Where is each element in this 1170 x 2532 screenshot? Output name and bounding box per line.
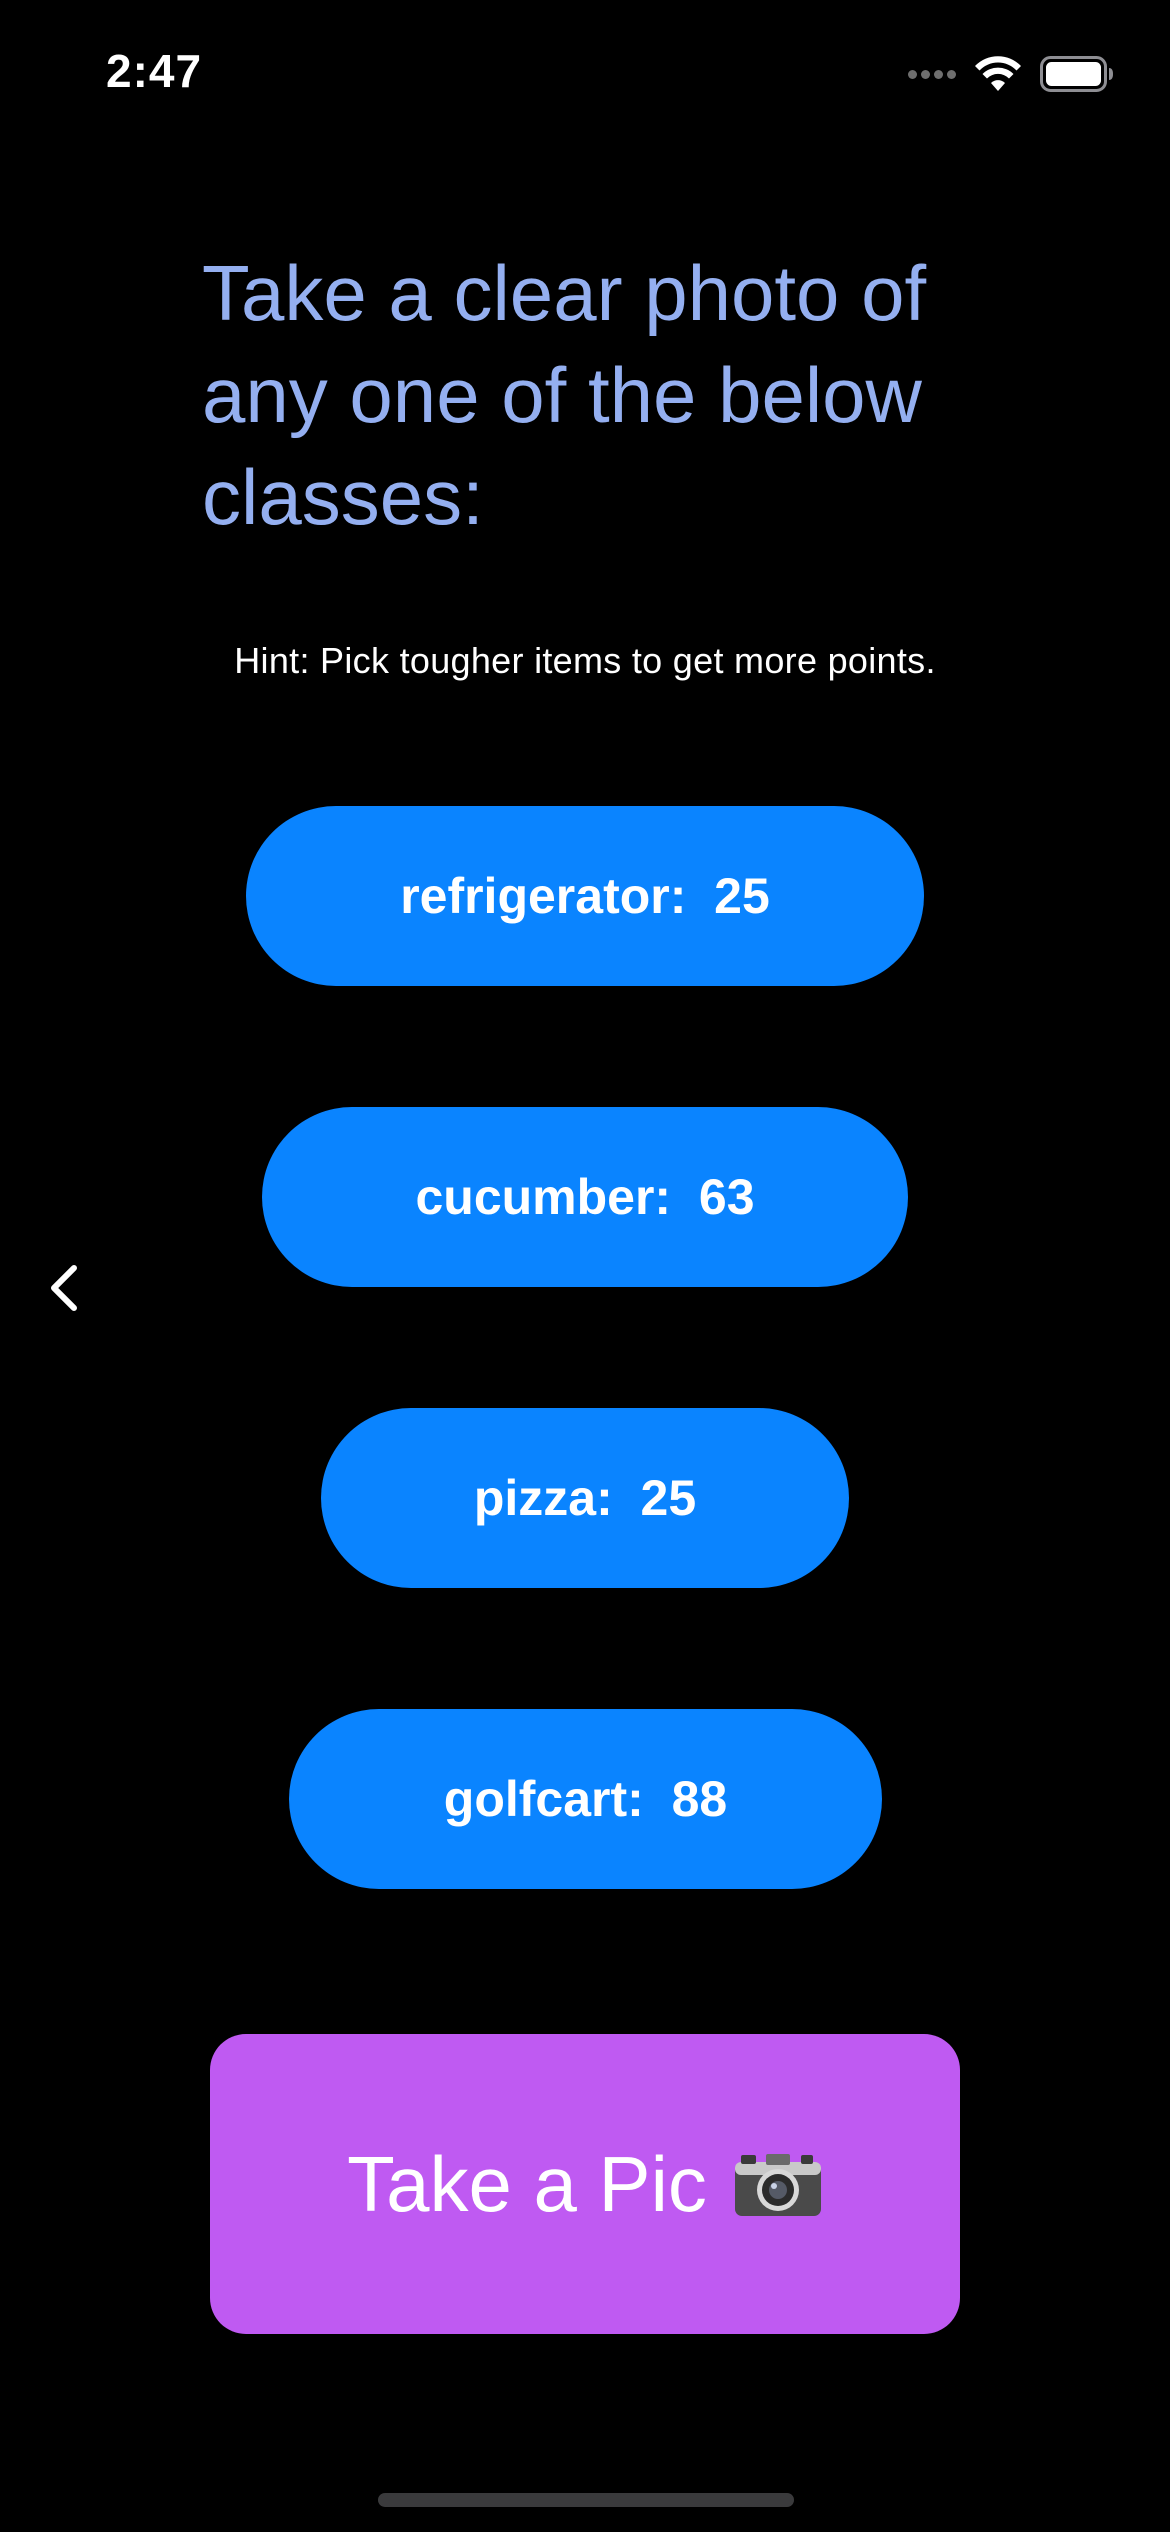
- status-icons: [908, 54, 1114, 94]
- class-name: cucumber:: [415, 1169, 672, 1225]
- status-time: 2:47: [106, 45, 203, 97]
- class-points: 88: [671, 1771, 728, 1827]
- battery-icon: [1040, 56, 1113, 92]
- chevron-left-icon: [51, 1265, 77, 1311]
- class-button-cucumber[interactable]: cucumber: 63: [262, 1107, 908, 1287]
- class-button-refrigerator[interactable]: refrigerator: 25: [246, 806, 924, 986]
- class-points: 25: [714, 868, 770, 924]
- back-button[interactable]: [40, 1258, 90, 1318]
- class-points: 63: [698, 1169, 755, 1225]
- page-title: Take a clear photo of any one of the bel…: [202, 249, 927, 541]
- class-button-pizza[interactable]: pizza: 25: [321, 1408, 849, 1588]
- home-indicator[interactable]: [378, 2493, 794, 2507]
- hint-text: Hint: Pick tougher items to get more poi…: [234, 640, 936, 681]
- wifi-icon: [975, 56, 1021, 91]
- class-name: golfcart:: [443, 1771, 644, 1827]
- take-pic-label: Take a Pic: [347, 2139, 707, 2228]
- class-name: pizza:: [473, 1470, 613, 1526]
- class-name: refrigerator:: [400, 868, 687, 924]
- camera-icon: [734, 2154, 821, 2216]
- take-pic-button[interactable]: Take a Pic: [210, 2034, 960, 2334]
- class-points: 25: [640, 1470, 697, 1526]
- class-button-golfcart[interactable]: golfcart: 88: [289, 1709, 882, 1889]
- cellular-signal-icon: [908, 69, 956, 79]
